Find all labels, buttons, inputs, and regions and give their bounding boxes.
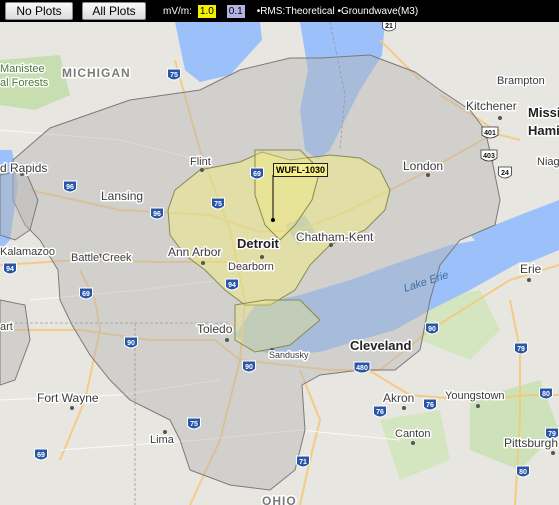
highway-shield-number: 90 xyxy=(127,340,135,347)
contour-value-primary[interactable]: 1.0 xyxy=(197,4,216,18)
highway-shield: 96 xyxy=(150,207,164,220)
label-rapids: d Rapids xyxy=(0,161,47,175)
highway-shield-number: 75 xyxy=(190,421,198,428)
toolbar: No Plots All Plots mV/m: 1.0 0.1 •RMS:Th… xyxy=(0,0,559,22)
label-brampton: Brampton xyxy=(497,75,545,87)
highway-shield: 75 xyxy=(187,417,201,430)
highway-shield: 71 xyxy=(296,455,310,468)
all-plots-button[interactable]: All Plots xyxy=(82,2,146,20)
no-plots-button[interactable]: No Plots xyxy=(5,2,73,20)
highway-shield-number: 76 xyxy=(426,402,434,409)
label-erie: Erie xyxy=(520,262,542,276)
highway-shield-number: 80 xyxy=(542,391,550,398)
label-youngstown: Youngstown xyxy=(445,390,505,402)
highway-shield-number: 79 xyxy=(517,346,525,353)
highway-shield: 403 xyxy=(480,149,498,162)
label-hamil: Hamil xyxy=(528,123,559,138)
highway-shield-number: 90 xyxy=(245,364,253,371)
highway-shield-number: 94 xyxy=(6,266,14,273)
highway-shield-number: 71 xyxy=(299,459,307,466)
highway-shield: 69 xyxy=(250,167,264,180)
label-ann-arbor: Ann Arbor xyxy=(168,245,221,259)
highway-shield: 96 xyxy=(63,180,77,193)
label-michigan: MICHIGAN xyxy=(62,66,131,80)
label-pittsburgh: Pittsburgh xyxy=(504,436,558,450)
highway-shield-number: 75 xyxy=(170,72,178,79)
label-missi: Missi xyxy=(528,105,559,120)
label-ohio: OHIO xyxy=(262,494,297,505)
label-akron: Akron xyxy=(383,391,414,405)
highway-shield-number: 69 xyxy=(82,291,90,298)
highway-shield: 24 xyxy=(498,166,512,179)
coverage-map[interactable]: 75 96 69 96 75 94 69 94 90 75 90 90 69 480 80 76 76 71 79 8… xyxy=(0,0,559,505)
transmitter-site[interactable] xyxy=(271,218,275,222)
highway-shield: 94 xyxy=(225,278,239,291)
highway-shield-number: 96 xyxy=(153,211,161,218)
highway-shield: 75 xyxy=(211,197,225,210)
rms-method-text: •RMS:Theoretical •Groundwave(M3) xyxy=(256,5,419,17)
label-forests: al Forests xyxy=(0,77,49,89)
highway-shield-number: 401 xyxy=(484,130,496,137)
highway-shield: 480 xyxy=(353,361,371,374)
label-lima: Lima xyxy=(150,434,175,446)
contour-value-secondary[interactable]: 0.1 xyxy=(226,4,245,18)
label-niag: Niag xyxy=(537,156,559,168)
highway-shield: 76 xyxy=(373,405,387,418)
highway-shield: 76 xyxy=(423,398,437,411)
highway-shield-number: 94 xyxy=(228,282,236,289)
highway-shield: 79 xyxy=(514,342,528,355)
highway-shield: 94 xyxy=(3,262,17,275)
label-kalamazoo: Kalamazoo xyxy=(0,246,55,258)
highway-shield-number: 24 xyxy=(501,170,509,177)
label-sandusky: Sandusky xyxy=(269,350,309,360)
label-dearborn: Dearborn xyxy=(228,261,274,273)
label-cleveland: Cleveland xyxy=(350,338,411,353)
highway-shield: 75 xyxy=(167,68,181,81)
label-detroit: Detroit xyxy=(237,236,280,251)
label-flint: Flint xyxy=(190,156,211,168)
mv-per-m-label: mV/m: xyxy=(163,5,192,17)
highway-shield-number: 21 xyxy=(385,23,393,30)
label-battle-creek: Battle Creek xyxy=(71,252,132,264)
label-toledo: Toledo xyxy=(197,322,233,336)
label-canton: Canton xyxy=(395,428,430,440)
label-fort-wayne: Fort Wayne xyxy=(37,391,99,405)
highway-shield-number: 80 xyxy=(519,469,527,476)
label-chatham-kent: Chatham-Kent xyxy=(296,230,374,244)
station-callsign-label[interactable]: WUFL-1030 xyxy=(273,163,329,177)
highway-shield: 69 xyxy=(79,287,93,300)
highway-shield: 80 xyxy=(539,387,553,400)
highway-shield: 80 xyxy=(516,465,530,478)
highway-shield: 90 xyxy=(242,360,256,373)
highway-shield: 90 xyxy=(425,322,439,335)
highway-shield-number: 69 xyxy=(37,452,45,459)
label-art: art xyxy=(0,321,13,333)
label-london: London xyxy=(403,159,443,173)
highway-shield: 90 xyxy=(124,336,138,349)
highway-shield-number: 403 xyxy=(483,153,495,160)
highway-shield-number: 75 xyxy=(214,201,222,208)
label-manistee: Manistee xyxy=(0,63,45,75)
highway-shield-number: 76 xyxy=(376,409,384,416)
highway-shield-number: 96 xyxy=(66,184,74,191)
highway-shield-number: 480 xyxy=(356,365,368,372)
label-lansing: Lansing xyxy=(101,189,143,203)
label-kitchener: Kitchener xyxy=(466,99,517,113)
highway-shield-number: 90 xyxy=(428,326,436,333)
highway-shield: 69 xyxy=(34,448,48,461)
highway-shield: 401 xyxy=(481,126,499,139)
highway-shield-number: 69 xyxy=(253,171,261,178)
